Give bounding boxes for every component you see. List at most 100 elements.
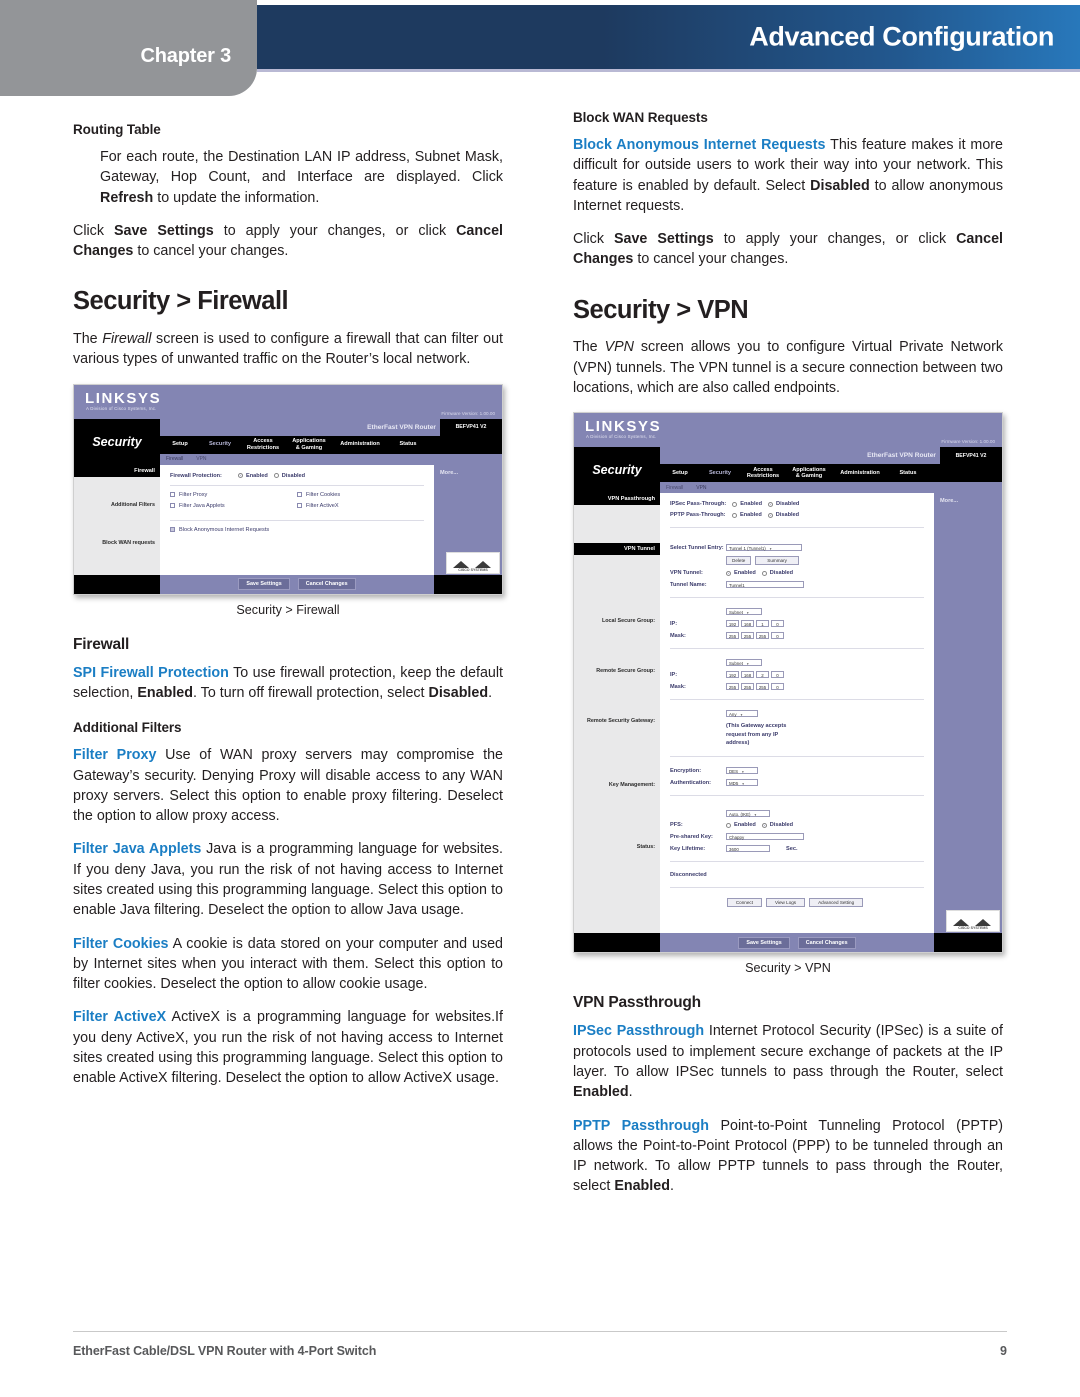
vpn-subtab-vpn[interactable]: VPN: [696, 485, 706, 491]
vpn-local-ip-o1[interactable]: 192: [726, 620, 739, 628]
fw-filter-activex-row[interactable]: Filter ActiveX: [297, 503, 424, 509]
vpn-local-ip-o4[interactable]: 0: [771, 620, 784, 628]
vpn-remote-type-row: Subnet: [670, 659, 924, 667]
fw-tab-administration[interactable]: Administration: [332, 441, 388, 447]
vpn-delete-button[interactable]: Delete: [726, 556, 752, 566]
fw-tab-security[interactable]: Security: [200, 441, 240, 447]
vpn-remote-mask-o2[interactable]: 255: [741, 683, 754, 691]
vpn-pfs-disabled-radio[interactable]: [761, 822, 767, 828]
vpn-tab-administration[interactable]: Administration: [832, 470, 888, 476]
vpn-tab-setup[interactable]: Setup: [660, 470, 700, 476]
vpn-remote-mask-o4[interactable]: 0: [771, 683, 784, 691]
firewall-router-ui: LINKSYS A Division of Cisco Systems, Inc…: [73, 383, 503, 595]
vpn-gateway-type-dropdown[interactable]: Any: [726, 710, 758, 718]
fi-firewall-italic: Firewall: [102, 331, 152, 348]
filter-activex-paragraph: Filter ActiveX ActiveX is a programming …: [73, 1007, 503, 1088]
vpn-tab-applications-gaming[interactable]: Applications & Gaming: [786, 467, 832, 480]
fw-subtab-firewall[interactable]: Firewall: [166, 456, 183, 462]
vpn-remote-ip-o1[interactable]: 192: [726, 671, 739, 679]
vpn-tab-security[interactable]: Security: [700, 470, 740, 476]
fw-protection-disabled-radio[interactable]: [273, 473, 279, 479]
pptp-c: .: [669, 1178, 674, 1195]
ls-save-term: Save Settings: [113, 222, 214, 239]
fw-filter-cookies-checkbox[interactable]: [297, 492, 302, 498]
vpn-local-mask-o4[interactable]: 0: [771, 632, 784, 640]
vpn-encryption-row: Encryption: DES: [670, 767, 924, 775]
vpn-more-link[interactable]: More...: [934, 493, 1002, 504]
fw-tab-access-restrictions[interactable]: Access Restrictions: [240, 438, 286, 451]
vpn-save-settings-button[interactable]: Save Settings: [738, 936, 790, 949]
fw-more-link[interactable]: More...: [434, 465, 502, 476]
vpn-key-lifetime-input[interactable]: 3600: [726, 845, 770, 853]
vpn-local-mask-o3[interactable]: 255: [756, 632, 769, 640]
rt-refresh-term: Refresh: [100, 189, 154, 206]
vpn-local-mask-o2[interactable]: 255: [741, 632, 754, 640]
vpn-ipsec-enabled-radio[interactable]: [732, 501, 738, 507]
fw-block-anon-row[interactable]: Block Anonymous Internet Requests: [170, 527, 424, 533]
fw-tab-status[interactable]: Status: [388, 441, 428, 447]
fw-cancel-changes-button[interactable]: Cancel Changes: [297, 578, 356, 591]
vpn-divider-2: [670, 597, 924, 599]
fw-filter-java-row[interactable]: Filter Java Applets: [170, 503, 297, 509]
vpn-tunnel-name-input[interactable]: Tunnel1: [726, 581, 804, 589]
vpn-pptp-disabled-radio[interactable]: [767, 512, 773, 518]
right-save-paragraph: Click Save Settings to apply your change…: [573, 229, 1003, 270]
fw-tab-list: Setup Security Access Restrictions Appli…: [160, 436, 502, 454]
spi-c: . To turn off firewall protection, selec…: [193, 684, 429, 701]
vpn-local-mask-o1[interactable]: 255: [726, 632, 739, 640]
vpn-action-buttons-row: Connect View Logs Advanced Setting: [670, 898, 924, 908]
fw-filter-cookies-row[interactable]: Filter Cookies: [297, 492, 424, 498]
vpn-ipsec-disabled-radio[interactable]: [768, 501, 774, 507]
vpn-tab-access-restrictions[interactable]: Access Restrictions: [740, 467, 786, 480]
vpn-remote-ip-o3[interactable]: 2: [756, 671, 769, 679]
fw-tab-applications-gaming[interactable]: Applications & Gaming: [286, 438, 332, 451]
vpn-local-type-row: Subnet: [670, 608, 924, 616]
vpn-key-mgmt-dropdown[interactable]: Auto. (IKE): [726, 810, 770, 818]
fw-subtab-vpn[interactable]: VPN: [196, 456, 206, 462]
fw-cisco-logo: CISCO SYSTEMS: [446, 551, 500, 574]
vpn-view-logs-button[interactable]: View Logs: [765, 898, 806, 908]
vpn-authentication-dropdown[interactable]: MD5: [726, 779, 758, 787]
vpn-cancel-changes-button[interactable]: Cancel Changes: [797, 936, 856, 949]
vpn-local-ip-o2[interactable]: 168: [741, 620, 754, 628]
vpn-local-ip-o3[interactable]: 1: [756, 620, 769, 628]
routing-table-paragraph: For each route, the Destination LAN IP a…: [100, 147, 503, 208]
fw-filter-proxy-checkbox[interactable]: [170, 492, 175, 498]
vpn-remote-type-dropdown[interactable]: Subnet: [726, 659, 762, 667]
vpn-remote-mask-o1[interactable]: 255: [726, 683, 739, 691]
vpn-preshared-input[interactable]: Chappy: [726, 833, 804, 841]
vpn-pptp-enabled-radio[interactable]: [732, 512, 737, 518]
vpn-tab-status[interactable]: Status: [888, 470, 928, 476]
fw-protection-enabled-radio[interactable]: [238, 473, 243, 479]
vpn-footer-bar: Save Settings Cancel Changes: [574, 933, 1002, 953]
fw-filter-proxy-row[interactable]: Filter Proxy: [170, 492, 297, 498]
vpn-pfs-enabled-label: Enabled: [734, 822, 756, 829]
fw-block-anon-checkbox[interactable]: [170, 527, 175, 533]
vpn-connect-button[interactable]: Connect: [726, 898, 762, 908]
fw-tab-setup[interactable]: Setup: [160, 441, 200, 447]
vpn-advanced-setting-button[interactable]: Advanced Setting: [809, 898, 864, 908]
vpn-summary-button[interactable]: Summary: [755, 556, 799, 566]
vpn-remote-ip-o2[interactable]: 168: [741, 671, 754, 679]
vpn-ipsec-pass-label: IPSec Pass-Through:: [670, 501, 727, 508]
pptp-term: PPTP Passthrough: [573, 1117, 709, 1134]
fw-filter-java-checkbox[interactable]: [170, 503, 175, 509]
vpn-tunnel-disabled-radio[interactable]: [761, 570, 767, 576]
vpn-intro-paragraph: The VPN screen allows you to configure V…: [573, 337, 1003, 398]
vpn-remote-ip-o4[interactable]: 0: [771, 671, 784, 679]
vpn-divider-8: [670, 887, 924, 889]
vpn-key-lifetime-unit: Sec.: [786, 845, 798, 852]
vpn-gateway-type-row: Any: [670, 710, 924, 718]
fw-save-settings-button[interactable]: Save Settings: [238, 578, 290, 591]
vpn-subtab-firewall[interactable]: Firewall: [666, 485, 683, 491]
vpn-remote-mask-o3[interactable]: 255: [756, 683, 769, 691]
vpn-help-panel: More... CISCO SYSTEMS: [934, 493, 1002, 934]
filter-cookies-term: Filter Cookies: [73, 935, 169, 952]
vpn-select-tunnel-dropdown[interactable]: Tunnel 1 (Tunnel1): [726, 544, 802, 552]
vpn-encryption-dropdown[interactable]: DES: [726, 767, 758, 775]
vpn-tunnel-enabled-radio[interactable]: [726, 570, 731, 576]
vpn-pfs-enabled-radio[interactable]: [726, 822, 731, 828]
vpn-tunnel-enabled-label: Enabled: [734, 570, 756, 577]
vpn-local-type-dropdown[interactable]: Subnet: [726, 608, 762, 616]
fw-filter-activex-checkbox[interactable]: [297, 503, 302, 509]
